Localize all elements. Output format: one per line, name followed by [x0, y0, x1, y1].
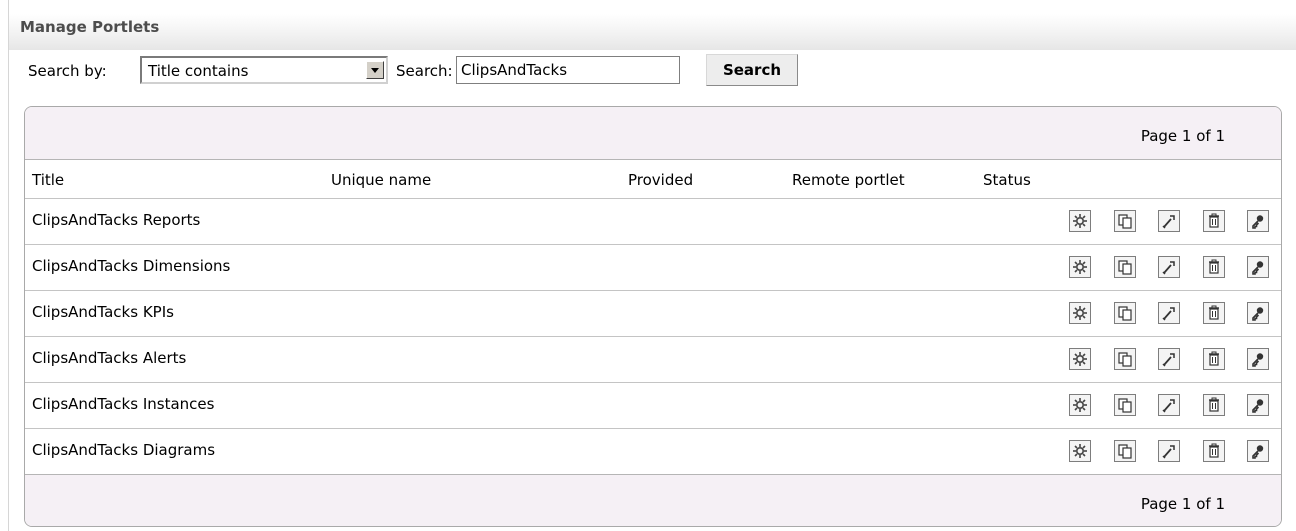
header-bar — [9, 14, 1296, 50]
page-title: Manage Portlets — [20, 18, 160, 36]
settings-icon[interactable] — [1069, 302, 1091, 324]
trash-icon[interactable] — [1203, 440, 1225, 462]
copy-icon[interactable] — [1114, 394, 1136, 416]
row-title: ClipsAndTacks Dimensions — [32, 257, 231, 275]
column-header-provided[interactable]: Provided — [628, 171, 693, 189]
trash-icon[interactable] — [1203, 256, 1225, 278]
row-title: ClipsAndTacks KPIs — [32, 303, 174, 321]
pager-text-bottom: Page 1 of 1 — [1140, 495, 1225, 513]
settings-icon[interactable] — [1069, 348, 1091, 370]
copy-icon[interactable] — [1114, 440, 1136, 462]
search-by-value: Title contains — [148, 62, 249, 80]
row-title: ClipsAndTacks Instances — [32, 395, 215, 413]
row-title: ClipsAndTacks Diagrams — [32, 441, 216, 459]
column-header-row: Title Unique name Provided Remote portle… — [25, 160, 1281, 199]
row-title: ClipsAndTacks Alerts — [32, 349, 187, 367]
portlets-table: Page 1 of 1 Title Unique name Provided R… — [24, 106, 1282, 527]
trash-icon[interactable] — [1203, 394, 1225, 416]
table-row: ClipsAndTacks KPIs — [25, 291, 1281, 337]
key-icon[interactable] — [1247, 394, 1269, 416]
table-row: ClipsAndTacks Reports — [25, 199, 1281, 245]
row-title: ClipsAndTacks Reports — [32, 211, 201, 229]
copy-icon[interactable] — [1114, 302, 1136, 324]
wrench-icon[interactable] — [1158, 348, 1180, 370]
wrench-icon[interactable] — [1158, 256, 1180, 278]
pager-text-top: Page 1 of 1 — [1140, 127, 1225, 145]
search-by-select[interactable]: Title contains — [140, 56, 388, 84]
copy-icon[interactable] — [1114, 256, 1136, 278]
settings-icon[interactable] — [1069, 210, 1091, 232]
page-left-border — [8, 0, 9, 531]
search-input[interactable] — [456, 56, 680, 84]
wrench-icon[interactable] — [1158, 210, 1180, 232]
trash-icon[interactable] — [1203, 210, 1225, 232]
key-icon[interactable] — [1247, 256, 1269, 278]
settings-icon[interactable] — [1069, 394, 1091, 416]
table-row: ClipsAndTacks Diagrams — [25, 429, 1281, 475]
settings-icon[interactable] — [1069, 256, 1091, 278]
wrench-icon[interactable] — [1158, 394, 1180, 416]
trash-icon[interactable] — [1203, 302, 1225, 324]
search-by-label: Search by: — [28, 62, 107, 80]
pager-bottom: Page 1 of 1 — [25, 474, 1281, 526]
column-header-title[interactable]: Title — [32, 171, 64, 189]
column-header-status[interactable]: Status — [983, 171, 1031, 189]
pager-top: Page 1 of 1 — [25, 107, 1281, 160]
key-icon[interactable] — [1247, 348, 1269, 370]
column-header-remote-portlet[interactable]: Remote portlet — [792, 171, 905, 189]
settings-icon[interactable] — [1069, 440, 1091, 462]
column-header-unique-name[interactable]: Unique name — [331, 171, 431, 189]
search-button[interactable]: Search — [706, 54, 798, 86]
chevron-down-icon[interactable] — [366, 61, 384, 79]
table-row: ClipsAndTacks Instances — [25, 383, 1281, 429]
search-label: Search: — [396, 62, 453, 80]
trash-icon[interactable] — [1203, 348, 1225, 370]
wrench-icon[interactable] — [1158, 440, 1180, 462]
key-icon[interactable] — [1247, 440, 1269, 462]
table-row: ClipsAndTacks Alerts — [25, 337, 1281, 383]
key-icon[interactable] — [1247, 302, 1269, 324]
key-icon[interactable] — [1247, 210, 1269, 232]
table-row: ClipsAndTacks Dimensions — [25, 245, 1281, 291]
wrench-icon[interactable] — [1158, 302, 1180, 324]
copy-icon[interactable] — [1114, 210, 1136, 232]
copy-icon[interactable] — [1114, 348, 1136, 370]
